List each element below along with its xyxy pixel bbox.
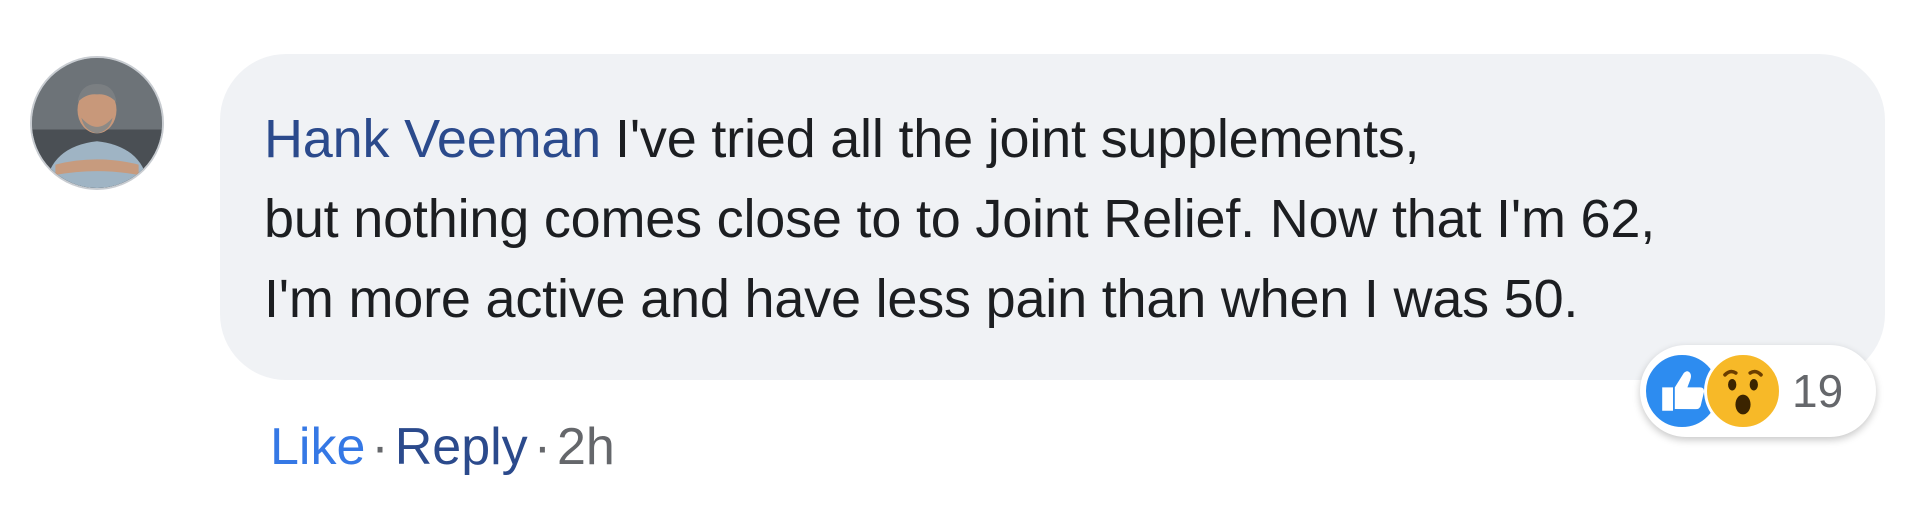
comment-line-1: I've tried all the joint supplements, [615, 109, 1420, 169]
comment-line-3: I'm more active and have less pain than … [264, 269, 1579, 329]
like-link[interactable]: Like [270, 418, 365, 476]
avatar[interactable] [30, 56, 164, 190]
reaction-count: 19 [1792, 365, 1844, 417]
reactions-summary[interactable]: 19 [1640, 345, 1876, 437]
reply-link[interactable]: Reply [395, 418, 528, 476]
wow-icon [1704, 352, 1782, 430]
comment-bubble: Hank Veeman I've tried all the joint supp… [220, 54, 1885, 380]
comment-line-2: but nothing comes close to to Joint Reli… [264, 189, 1656, 249]
comment-timestamp[interactable]: 2h [557, 418, 615, 476]
separator-dot: · [533, 418, 552, 476]
comment-text: Hank Veeman I've tried all the joint supp… [264, 99, 1845, 339]
comment-actions: Like · Reply · 2h [270, 412, 615, 482]
avatar-photo [32, 58, 162, 188]
separator-dot: · [371, 418, 389, 476]
comment-author[interactable]: Hank Veeman [264, 109, 601, 169]
